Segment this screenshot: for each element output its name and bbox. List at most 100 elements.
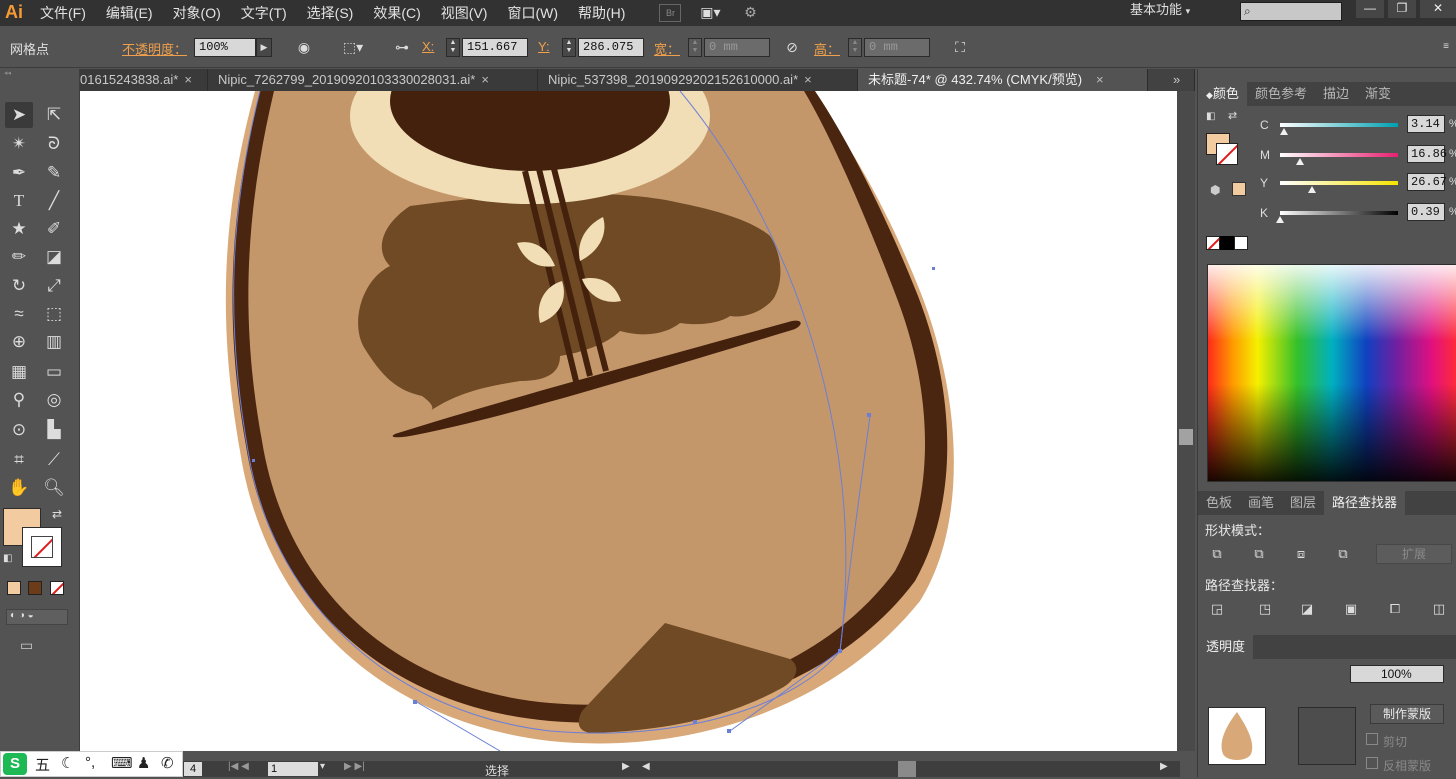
- none-mode-icon[interactable]: [50, 581, 64, 595]
- status-menu-arrow-icon[interactable]: ▶: [622, 761, 630, 772]
- none-swatch[interactable]: [1206, 236, 1220, 250]
- keyboard-icon[interactable]: ⌨: [111, 754, 133, 772]
- tab-close-icon[interactable]: ×: [481, 72, 489, 87]
- paintbrush-tool-icon[interactable]: ✐: [40, 216, 68, 242]
- canvas-area[interactable]: [80, 91, 1177, 751]
- wrench-icon[interactable]: ✆: [161, 754, 174, 772]
- channel-slider-track[interactable]: [1280, 123, 1398, 127]
- channel-slider-thumb[interactable]: [1307, 186, 1316, 193]
- channel-slider-thumb[interactable]: [1279, 128, 1288, 135]
- minimize-button[interactable]: —: [1356, 0, 1384, 18]
- pencil-tool-icon[interactable]: ✏: [5, 244, 33, 270]
- channel-slider-track[interactable]: [1280, 153, 1398, 157]
- tab-gradient[interactable]: 渐变: [1357, 82, 1399, 106]
- outline-icon[interactable]: ⧠: [1384, 599, 1406, 619]
- screen-mode-icon[interactable]: ▭: [20, 637, 33, 654]
- symbol-sprayer-tool-icon[interactable]: ⊙: [5, 417, 33, 443]
- reference-point-icon[interactable]: ⊶: [392, 38, 412, 56]
- collapse-arrows-icon[interactable]: ◂◂: [0, 70, 80, 77]
- stroke-swatch[interactable]: [22, 527, 62, 567]
- channel-value-field[interactable]: 16.86: [1407, 145, 1447, 163]
- expand-button[interactable]: 扩展: [1376, 544, 1452, 564]
- merge-icon[interactable]: ◪: [1296, 599, 1318, 619]
- transform-icon[interactable]: ⛶: [950, 38, 970, 56]
- scroll-left-icon[interactable]: ◀: [642, 761, 650, 772]
- curvature-tool-icon[interactable]: ✎: [40, 160, 68, 186]
- menu-edit[interactable]: 编辑(E): [96, 0, 163, 26]
- color-mode-icon[interactable]: [7, 581, 21, 595]
- divide-icon[interactable]: ◲: [1206, 599, 1228, 619]
- y-stepper[interactable]: ▲ ▼: [562, 38, 576, 57]
- restore-button[interactable]: ❐: [1388, 0, 1416, 18]
- bridge-icon[interactable]: Br: [659, 4, 682, 22]
- artboard-tool-icon[interactable]: ⌗: [5, 447, 33, 473]
- exclude-icon[interactable]: ⧉: [1332, 544, 1354, 564]
- ime-logo[interactable]: S: [3, 753, 27, 775]
- invert-mask-checkbox[interactable]: [1366, 757, 1378, 769]
- minus-front-icon[interactable]: ⧉: [1248, 544, 1270, 564]
- color-spectrum[interactable]: [1207, 264, 1456, 482]
- column-graph-tool-icon[interactable]: ▙: [40, 417, 68, 443]
- eyedropper-tool-icon[interactable]: ⚲: [5, 387, 33, 413]
- first-artboard-icon[interactable]: |◀ ◀: [228, 761, 249, 772]
- tab-close-icon[interactable]: ×: [1096, 72, 1104, 87]
- tab-document-1[interactable]: 01615243838.ai* ×: [80, 69, 208, 91]
- warp-tool-icon[interactable]: ≈: [5, 301, 33, 327]
- tab-close-icon[interactable]: ×: [804, 72, 812, 87]
- opacity-field[interactable]: 100%: [194, 38, 256, 57]
- blend-tool-icon[interactable]: ◎: [40, 387, 68, 413]
- menu-object[interactable]: 对象(O): [163, 0, 231, 26]
- swap-fill-stroke-icon[interactable]: ⇄: [52, 507, 62, 521]
- white-swatch[interactable]: [1234, 236, 1248, 250]
- crop-icon[interactable]: ▣: [1340, 599, 1362, 619]
- shape-builder-tool-icon[interactable]: ⊕: [5, 329, 33, 355]
- menu-help[interactable]: 帮助(H): [568, 0, 635, 26]
- transparency-opacity-field[interactable]: 100%: [1350, 665, 1444, 683]
- close-button[interactable]: ✕: [1420, 0, 1456, 18]
- menu-view[interactable]: 视图(V): [431, 0, 498, 26]
- vertical-scrollbar[interactable]: [1177, 91, 1195, 751]
- y-field[interactable]: 286.075 m: [578, 38, 644, 57]
- tab-color-guide[interactable]: 颜色参考: [1247, 82, 1315, 106]
- link-constrain-icon[interactable]: ⊘: [782, 38, 802, 56]
- gradient-mode-icon[interactable]: [28, 581, 42, 595]
- tab-document-active[interactable]: 未标题-74* @ 432.74% (CMYK/预览) ×: [858, 69, 1148, 91]
- workspace-switcher[interactable]: 基本功能 ▾: [1130, 0, 1190, 26]
- arrange-documents-icon[interactable]: ▣▾: [693, 4, 727, 22]
- star-tool-icon[interactable]: ★: [5, 216, 33, 242]
- tab-stroke[interactable]: 描边: [1315, 82, 1357, 106]
- tabs-overflow-icon[interactable]: »: [1167, 69, 1195, 91]
- scrollbar-thumb[interactable]: [1179, 429, 1193, 445]
- x-stepper[interactable]: ▲ ▼: [446, 38, 460, 57]
- channel-value-field[interactable]: 0.39: [1407, 203, 1445, 221]
- tab-document-3[interactable]: Nipic_537398_20190929202152610000.ai* ×: [538, 69, 858, 91]
- channel-slider-track[interactable]: [1280, 181, 1398, 185]
- tab-brushes[interactable]: 画笔: [1240, 491, 1282, 515]
- line-tool-icon[interactable]: ╱: [40, 188, 68, 214]
- clip-checkbox[interactable]: [1366, 733, 1378, 745]
- menu-select[interactable]: 选择(S): [297, 0, 364, 26]
- lasso-tool-icon[interactable]: ᘐ: [40, 131, 68, 157]
- drawing-modes-icon[interactable]: ◐ ◑ ◒: [6, 609, 68, 625]
- selection-tool-icon[interactable]: ➤: [5, 102, 33, 128]
- channel-slider-thumb[interactable]: [1296, 158, 1305, 165]
- trim-icon[interactable]: ◳: [1254, 599, 1276, 619]
- tab-color[interactable]: ◆颜色: [1198, 82, 1247, 106]
- black-swatch[interactable]: [1220, 236, 1234, 250]
- tab-pathfinder[interactable]: 路径查找器: [1324, 491, 1406, 515]
- recolor-icon[interactable]: ◉: [294, 38, 314, 56]
- tab-document-2[interactable]: Nipic_7262799_20190920103330028031.ai* ×: [208, 69, 538, 91]
- pen-tool-icon[interactable]: ✒: [5, 160, 33, 186]
- align-options-icon[interactable]: ⬚▾: [338, 38, 368, 56]
- ime-mode[interactable]: 五: [35, 754, 50, 775]
- direct-selection-tool-icon[interactable]: ⇱: [40, 102, 68, 128]
- horizontal-scroll-thumb[interactable]: [898, 761, 916, 777]
- magic-wand-tool-icon[interactable]: ✴: [5, 131, 33, 157]
- menu-window[interactable]: 窗口(W): [497, 0, 568, 26]
- channel-value-field[interactable]: 26.67: [1407, 173, 1447, 191]
- channel-slider-thumb[interactable]: [1276, 216, 1285, 223]
- channel-slider-track[interactable]: [1280, 211, 1398, 215]
- mask-thumbnail[interactable]: [1298, 707, 1356, 765]
- rotate-tool-icon[interactable]: ↻: [5, 273, 33, 299]
- menu-file[interactable]: 文件(F): [30, 0, 96, 26]
